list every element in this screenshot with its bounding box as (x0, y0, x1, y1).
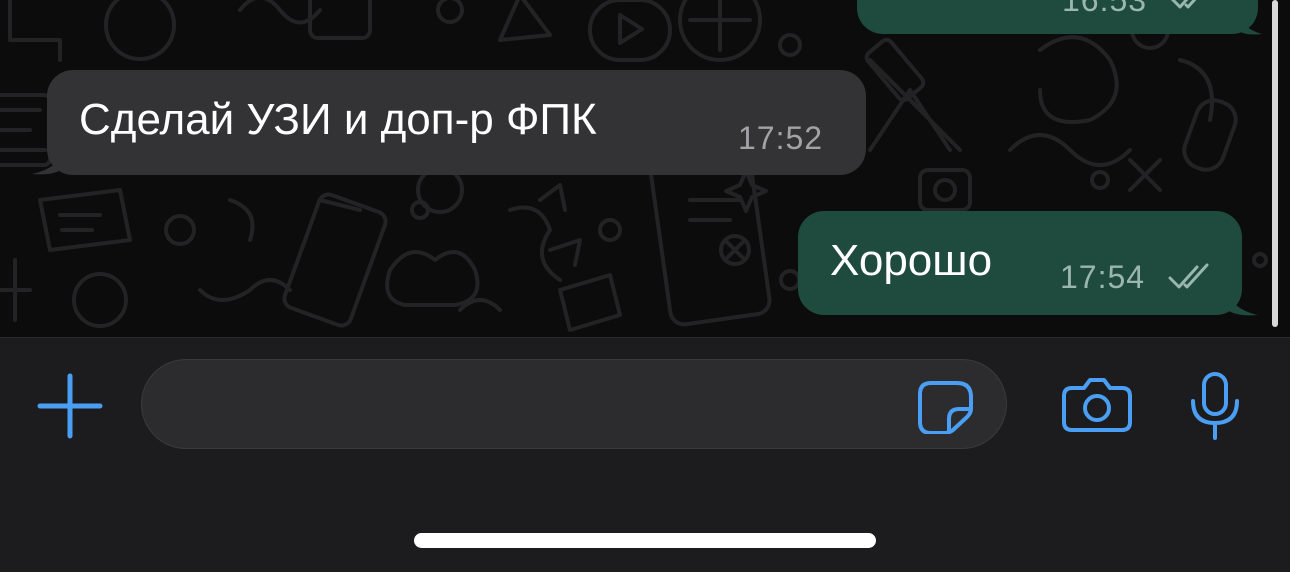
message-bubble-outgoing[interactable]: Хорошо 17:54 (798, 211, 1242, 315)
sticker-icon[interactable] (917, 380, 975, 434)
microphone-icon[interactable] (1188, 371, 1242, 441)
bubble-tail (1226, 287, 1258, 316)
message-text: Сделай УЗИ и доп-р ФПК (79, 95, 597, 144)
home-indicator[interactable] (414, 533, 876, 548)
message-input[interactable] (172, 378, 916, 432)
message-time: 17:54 (1060, 259, 1146, 295)
message-time: 16:53 (1062, 0, 1148, 18)
message-text: Хорошо (830, 236, 993, 285)
message-bubble-outgoing[interactable]: 16:53 (857, 0, 1258, 34)
scrollbar[interactable] (1272, 0, 1278, 327)
double-check-icon (1170, 0, 1210, 11)
message-time: 17:52 (738, 120, 824, 156)
camera-icon[interactable] (1062, 376, 1132, 434)
message-text-field[interactable] (141, 359, 1007, 449)
double-check-icon (1168, 263, 1212, 291)
message-bubble-incoming[interactable]: Сделай УЗИ и доп-р ФПК 17:52 (47, 70, 866, 175)
plus-icon[interactable] (36, 372, 104, 440)
chat-area[interactable]: 16:53 Сделай УЗИ и доп-р ФПК 17:52 Хорош… (0, 0, 1290, 337)
message-input-bar (0, 337, 1290, 572)
bubble-tail (1238, 10, 1262, 35)
